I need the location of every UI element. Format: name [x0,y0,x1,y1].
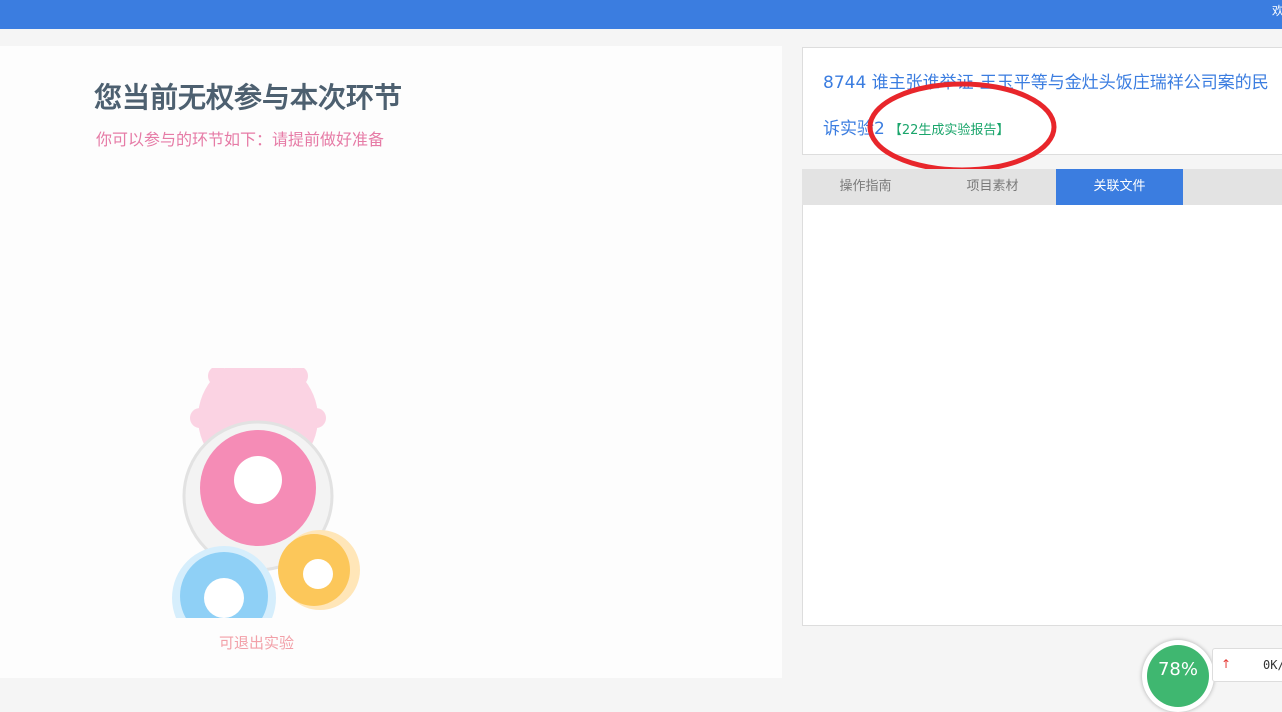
page-title: 您当前无权参与本次环节 [94,81,403,114]
tab-operation-guide[interactable]: 操作指南 [802,169,929,205]
welcome-text: 欢 [1272,4,1282,18]
tab-content-panel [802,205,1282,626]
tab-related-files[interactable]: 关联文件 [1056,169,1183,211]
network-speed-ball[interactable]: 78% [1142,640,1214,712]
upload-arrow-icon: ↑ [1221,657,1232,671]
exit-experiment-link[interactable]: 可退出实验 [219,632,294,653]
speed-percent: 78% [1147,645,1209,707]
speed-value: 0K/ [1263,658,1282,672]
pink-gear [200,430,316,546]
tab-project-materials[interactable]: 项目素材 [929,169,1056,205]
network-speed-panel: ↑ 0K/ [1212,648,1282,682]
top-bar: 欢 [0,0,1282,29]
gears-illustration [172,368,360,618]
left-panel: 您当前无权参与本次环节 你可以参与的环节如下：请提前做好准备 可退出实验 [0,46,782,678]
page-subtitle: 你可以参与的环节如下：请提前做好准备 [96,130,385,149]
red-circle-annotation [867,81,1057,173]
tab-bar: 操作指南 项目素材 关联文件 [802,169,1282,211]
